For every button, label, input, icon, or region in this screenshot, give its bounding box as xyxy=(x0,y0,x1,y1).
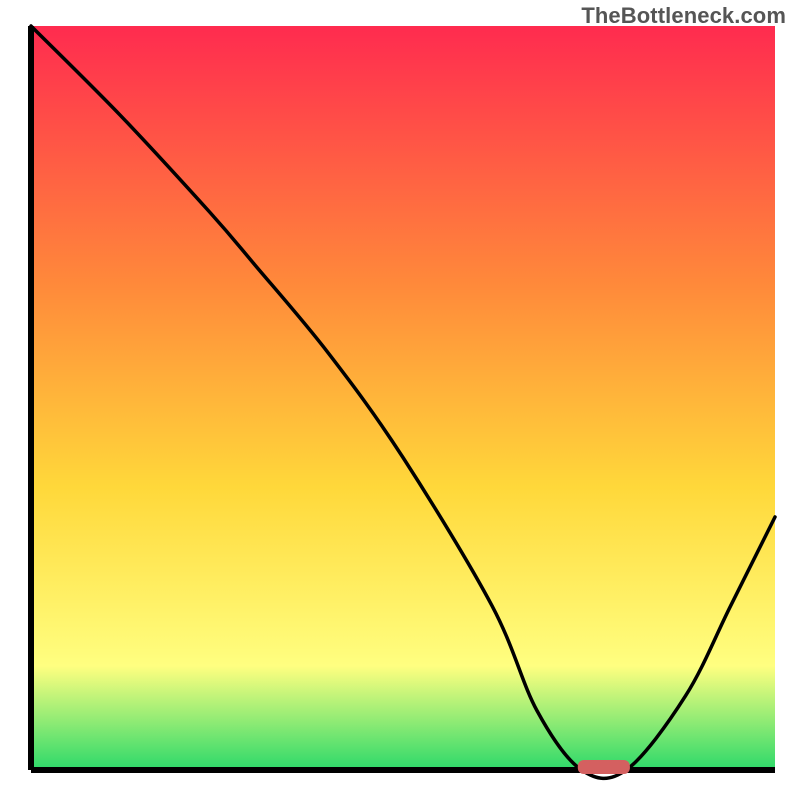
optimum-marker xyxy=(578,760,630,774)
bottleneck-chart xyxy=(0,0,800,800)
chart-root: TheBottleneck.com xyxy=(0,0,800,800)
